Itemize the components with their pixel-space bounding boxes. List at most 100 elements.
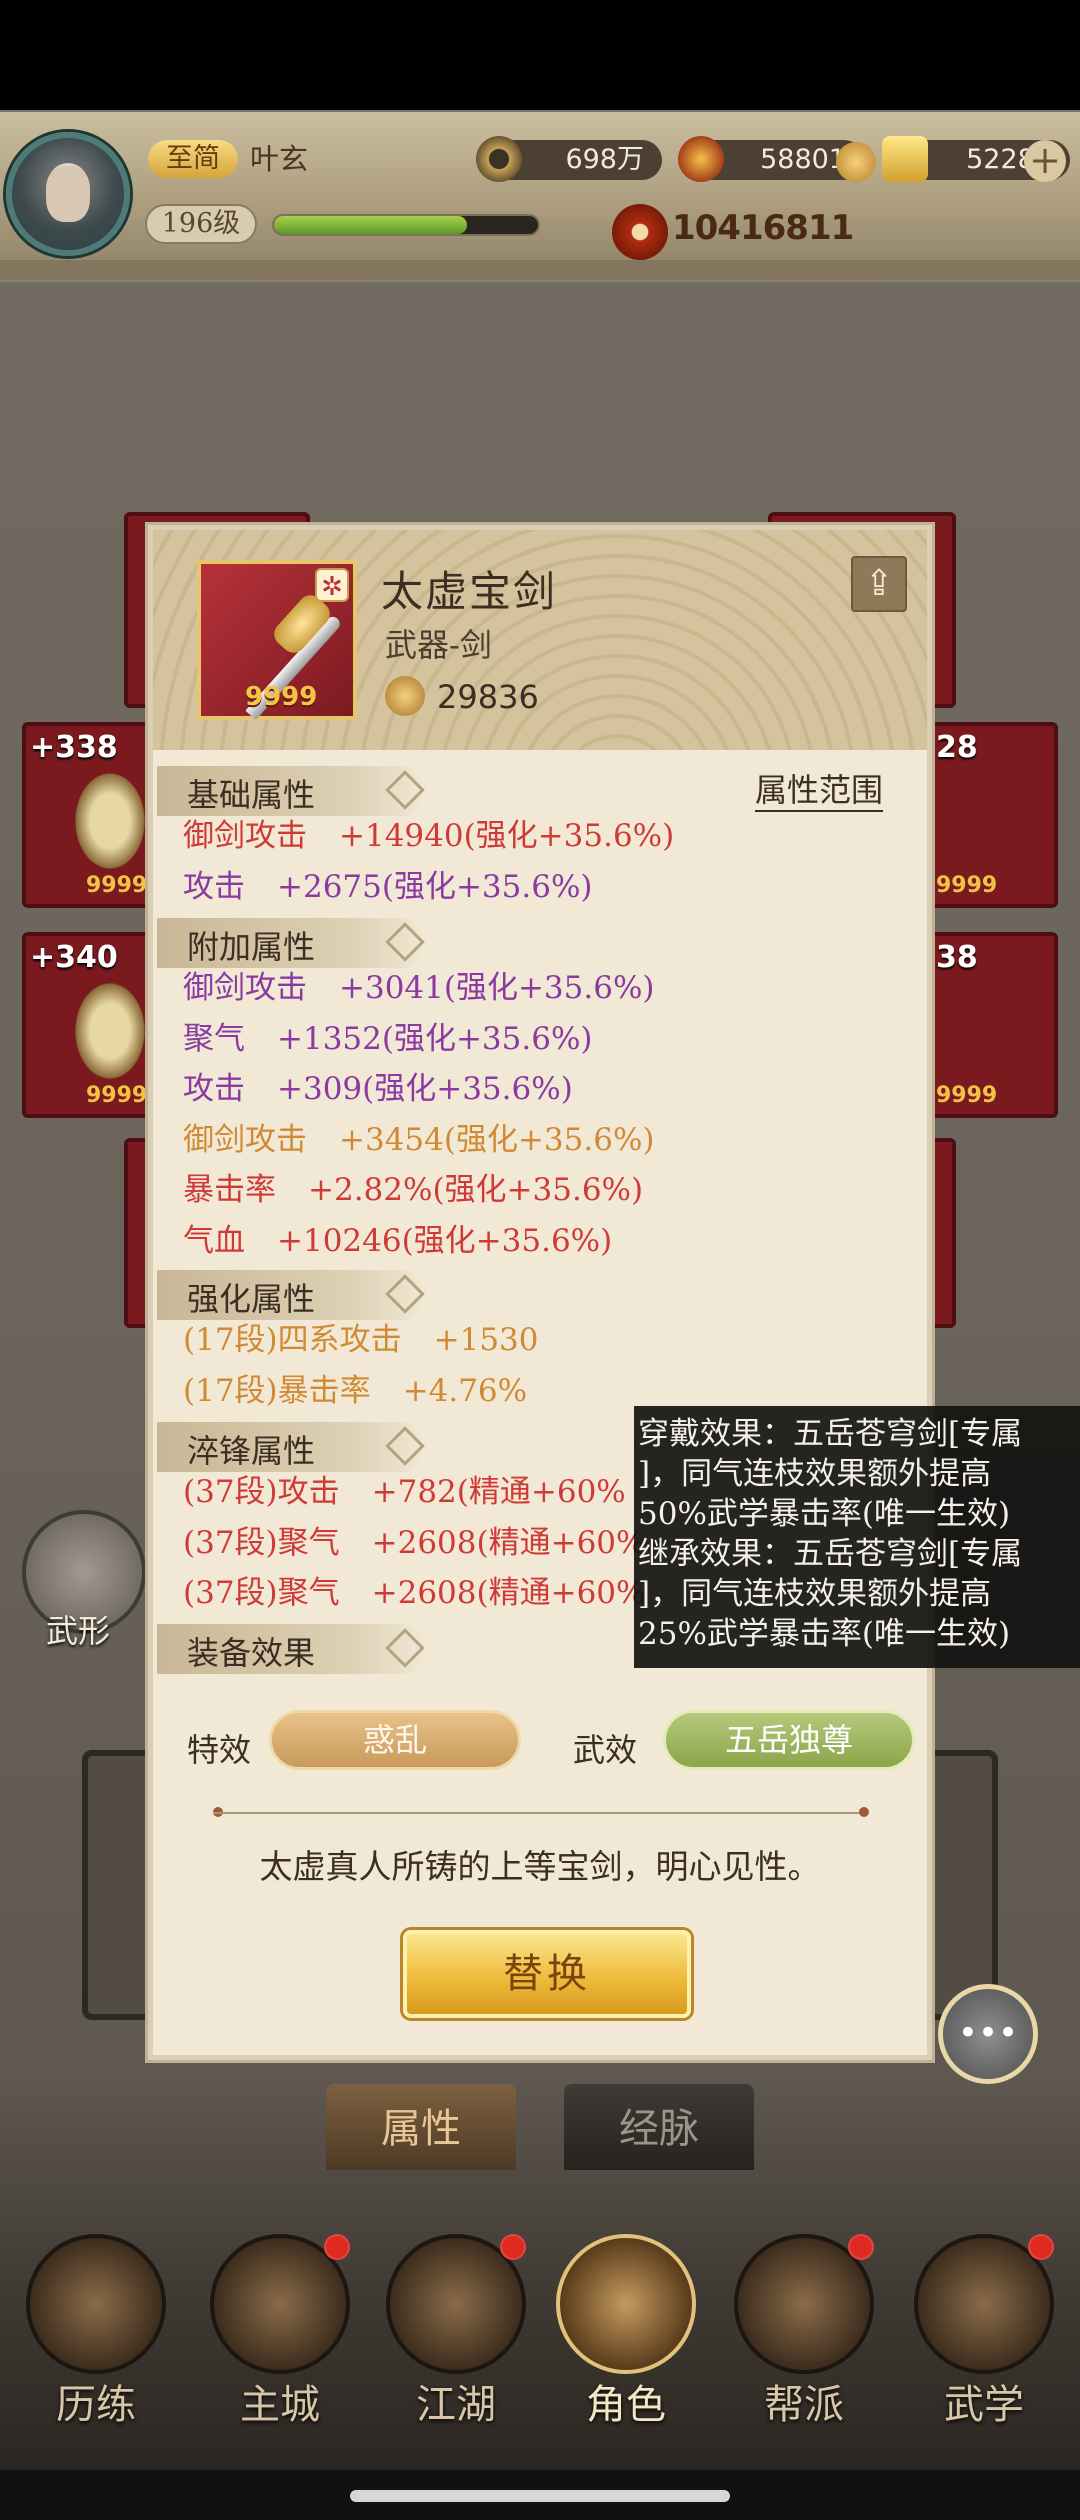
martial-form-label: 武形	[46, 1612, 111, 1650]
attribute-name: (37段)聚气	[183, 1575, 340, 1611]
item-name: 太虚宝剑	[381, 567, 558, 616]
combat-power: 10416811	[672, 208, 854, 248]
martial-effect-button[interactable]: 五岳独尊	[663, 1710, 915, 1770]
notification-dot	[500, 2234, 526, 2260]
slot-enhance-level: 28	[936, 730, 978, 765]
nav-character[interactable]: 角色	[546, 2234, 706, 2454]
nav-main-city[interactable]: 主城	[200, 2234, 360, 2454]
slot-quantity: 9999	[86, 873, 148, 898]
effect-tooltip: 穿戴效果：五岳苍穹剑[专属 ]，同气连枝效果额外提高 50%武学暴击率(唯一生效) 继…	[634, 1406, 1080, 1668]
avatar-face	[46, 166, 90, 222]
nav-training[interactable]: 历练	[16, 2234, 176, 2454]
section-enhance: 强化属性	[157, 1270, 427, 1320]
slot-enhance-level: 38	[936, 940, 978, 975]
attribute-row: 攻击 +309(强化+35.6%)	[183, 1067, 573, 1111]
score-icon	[385, 676, 425, 716]
tab-meridians[interactable]: 经脉	[564, 2084, 754, 2170]
attribute-row: (17段)四系攻击 +1530	[183, 1318, 539, 1362]
share-button[interactable]: ⇪	[851, 556, 907, 612]
player-level: 196级	[145, 204, 257, 244]
attribute-name: 气血	[183, 1222, 245, 1259]
attribute-value: +1352(强化+35.6%)	[277, 1020, 593, 1057]
attribute-name: (37段)攻击	[183, 1474, 340, 1510]
attribute-row: 暴击率 +2.82%(强化+35.6%)	[183, 1168, 643, 1212]
chat-button[interactable]: •••	[938, 1984, 1038, 2084]
tooltip-line: 穿戴效果：五岳苍穹剑[专属	[638, 1416, 1023, 1452]
diamond-icon	[385, 1426, 425, 1466]
attribute-name: 御剑攻击	[183, 970, 307, 1006]
attribute-row: (37段)聚气 +2608(精通+60%	[183, 1571, 645, 1615]
section-effect: 装备效果	[157, 1624, 427, 1674]
item-description: 太虚真人所铸的上等宝剑，明心见性。	[259, 1847, 821, 1886]
exp-bar	[272, 214, 540, 236]
attribute-name: (37段)聚气	[183, 1524, 340, 1561]
divider-dot	[859, 1807, 869, 1817]
exp-fill	[274, 216, 467, 234]
game-screen: 至简 叶玄 196级 698万 58801 52282 + 10416811 +…	[0, 0, 1080, 2520]
replace-button[interactable]: 替换	[403, 1930, 691, 2018]
item-type: 武器-剑	[385, 626, 492, 664]
tooltip-line: 继承效果：五岳苍穹剑[专属	[638, 1536, 1023, 1572]
tab-attributes[interactable]: 属性	[326, 2084, 516, 2170]
copper-coin-icon	[476, 136, 522, 182]
section-base: 基础属性	[157, 766, 427, 816]
nav-label: 角色	[586, 2382, 666, 2428]
attribute-value: +309(强化+35.6%)	[277, 1071, 573, 1107]
nav-martial-arts[interactable]: 武学	[904, 2234, 1064, 2454]
attribute-name: 攻击	[183, 1071, 245, 1107]
attribute-row: 攻击 +2675(强化+35.6%)	[183, 865, 593, 909]
notification-dot	[324, 2234, 350, 2260]
attribute-row: 聚气 +1352(强化+35.6%)	[183, 1017, 593, 1061]
divider	[213, 1812, 863, 1814]
attribute-value: +4.76%	[402, 1372, 528, 1409]
section-temper: 淬锋属性	[157, 1422, 427, 1472]
combat-power-icon	[612, 204, 668, 260]
special-effect-button[interactable]: 惑乱	[269, 1710, 521, 1770]
belt-icon	[70, 976, 150, 1086]
attribute-value: +2608(精通+60%	[371, 1524, 646, 1561]
nav-jianghu[interactable]: 江湖	[376, 2234, 536, 2454]
attribute-row: 御剑攻击 +3454(强化+35.6%)	[183, 1118, 655, 1162]
home-indicator[interactable]	[350, 2490, 730, 2502]
section-title: 装备效果	[187, 1634, 316, 1672]
tooltip-line: ]，同气连枝效果额外提高	[638, 1576, 992, 1612]
item-detail-panel: ✲ 9999 太虚宝剑 武器-剑 29836 ⇪ 属性范围 基础属性 御剑攻击 +…	[148, 525, 932, 2060]
tooltip-line: 25%武学暴击率(唯一生效)	[638, 1616, 1011, 1652]
player-name: 叶玄	[250, 142, 309, 176]
nav-label: 主城	[240, 2382, 320, 2428]
diamond-icon	[385, 922, 425, 962]
bottom-nav: 历练 主城 江湖 角色 帮派 武学	[0, 2200, 1080, 2470]
attribute-value: +2.82%(强化+35.6%)	[308, 1172, 644, 1208]
section-title: 基础属性	[187, 776, 316, 814]
attribute-row: 御剑攻击 +14940(强化+35.6%)	[183, 814, 674, 858]
nav-guild[interactable]: 帮派	[724, 2234, 884, 2454]
gem-add-icon[interactable]	[836, 142, 876, 182]
item-quantity: 9999	[245, 682, 318, 712]
slot-enhance-level: +340	[30, 940, 118, 975]
attribute-value: +10246(强化+35.6%)	[277, 1222, 613, 1259]
notification-dot	[848, 2234, 874, 2260]
tooltip-line: 50%武学暴击率(唯一生效)	[638, 1496, 1011, 1532]
slot-quantity: 9999	[86, 1083, 148, 1108]
gem-icon	[678, 136, 724, 182]
attribute-value: +2608(精通+60%	[371, 1575, 646, 1611]
attribute-row: (37段)攻击 +782(精通+60%	[183, 1470, 626, 1514]
attribute-row: 气血 +10246(强化+35.6%)	[183, 1219, 612, 1263]
gold-add-icon[interactable]: +	[1024, 140, 1066, 182]
section-title: 淬锋属性	[187, 1432, 316, 1470]
attribute-name: 御剑攻击	[183, 818, 307, 854]
attribute-name: (17段)暴击率	[183, 1372, 371, 1409]
attribute-range-link[interactable]: 属性范围	[755, 770, 884, 812]
notification-dot	[1028, 2234, 1054, 2260]
section-extra: 附加属性	[157, 918, 427, 968]
character-icon	[556, 2234, 696, 2374]
equip-badge-icon: ✲	[315, 568, 349, 602]
player-avatar[interactable]	[6, 132, 130, 256]
nav-label: 帮派	[764, 2382, 844, 2428]
section-title: 附加属性	[187, 928, 316, 966]
attribute-value: +1530	[433, 1322, 539, 1358]
training-icon	[26, 2234, 166, 2374]
attribute-row: (17段)暴击率 +4.76%	[183, 1369, 527, 1413]
attribute-value: +3041(强化+35.6%)	[339, 970, 655, 1006]
attribute-value: +3454(强化+35.6%)	[339, 1121, 655, 1158]
